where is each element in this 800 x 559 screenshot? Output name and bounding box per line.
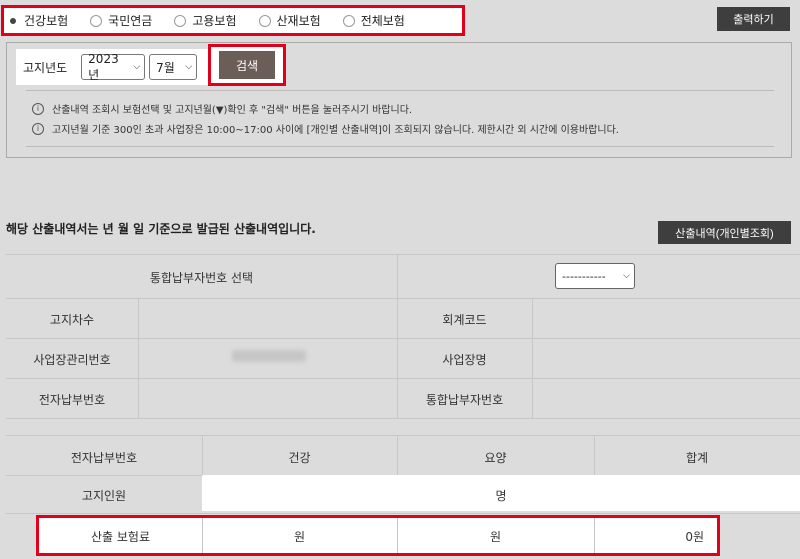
premium-label: 산출 보험료: [90, 530, 150, 544]
radio-label: 전체보험: [360, 14, 405, 28]
insurance-type-radio-group: 건강보험 국민연금 고용보험 산재보험 전체보험: [1, 5, 465, 36]
radio-employment[interactable]: 고용보험: [174, 12, 237, 29]
radio-label: 고용보험: [192, 14, 237, 28]
notice-line: i 고지년월 기준 300인 초과 사업장은 10:00~17:00 사이에 […: [32, 121, 619, 136]
table-line: [6, 338, 800, 339]
col-header-care: 요양: [484, 451, 507, 465]
page-title: 해당 산출내역서는 년 월 일 기준으로 발급된 산출내역입니다.: [6, 222, 316, 236]
table-line: [6, 513, 800, 514]
radio-unchecked-icon: [90, 14, 103, 27]
notified-count-label: 고지인원: [81, 489, 127, 503]
select-value: -----------: [562, 269, 606, 283]
radio-all[interactable]: 전체보험: [342, 12, 405, 29]
table-vline: [397, 254, 398, 298]
year-select-value: 2023년: [88, 51, 119, 82]
individual-detail-button[interactable]: 산출내역(개인별조회): [658, 221, 791, 244]
radio-unchecked-icon: [258, 14, 271, 27]
radio-pension[interactable]: 국민연금: [90, 12, 152, 29]
chevron-down-icon: ⌵: [133, 62, 141, 72]
redacted-workplace-no: [232, 350, 306, 362]
table-line: [6, 418, 800, 419]
radio-unchecked-icon: [342, 14, 355, 27]
radio-industrial[interactable]: 산재보험: [258, 12, 321, 29]
search-button-highlight: 검색: [208, 44, 286, 86]
workplace-no-label: 사업장관리번호: [33, 353, 111, 367]
search-button[interactable]: 검색: [219, 51, 275, 79]
table-vline: [138, 298, 139, 418]
e-payment-no-label: 전자납부번호: [38, 393, 106, 407]
premium-care-value: 원: [489, 530, 502, 544]
integrated-payer-select[interactable]: ----------- ⌵: [555, 263, 635, 289]
notice-year-label: 고지년도: [23, 60, 68, 75]
month-select[interactable]: 7월 ⌵: [149, 54, 198, 80]
integrated-payer-select-label: 통합납부자번호 선택: [149, 271, 254, 285]
notice-line: i 산출내역 조회시 보험선택 및 고지년월(▼)확인 후 "검색" 버튼을 눌…: [32, 101, 412, 116]
notice-text: 고지년월 기준 300인 초과 사업장은 10:00~17:00 사이에 [개인…: [52, 125, 619, 136]
premium-health-value: 원: [293, 530, 306, 544]
col-header-total: 합계: [685, 451, 709, 465]
radio-label: 국민연금: [108, 14, 153, 28]
notice-round-label: 고지차수: [49, 313, 95, 327]
radio-checked-icon: [10, 15, 18, 27]
search-row: 고지년도 2023년 ⌵ 7월 ⌵: [16, 49, 208, 85]
radio-unchecked-icon: [174, 14, 187, 27]
divider: [26, 90, 774, 91]
print-button[interactable]: 출력하기: [717, 7, 790, 31]
table-vline: [532, 298, 533, 418]
radio-label: 산재보험: [276, 14, 321, 28]
col-header-e-payment: 전자납부번호: [70, 451, 138, 465]
year-select[interactable]: 2023년 ⌵: [81, 51, 146, 82]
table-line: [6, 435, 800, 436]
notice-text: 산출내역 조회시 보험선택 및 고지년월(▼)확인 후 "검색" 버튼을 눌러주…: [52, 105, 413, 116]
chevron-down-icon: ⌵: [623, 271, 630, 281]
table-line: [6, 254, 800, 255]
notified-count-value: 명: [495, 489, 507, 503]
month-select-value: 7월: [156, 60, 175, 75]
account-code-label: 회계코드: [442, 313, 487, 327]
integrated-payer-no-label: 통합납부자번호: [425, 393, 504, 407]
divider: [26, 146, 774, 147]
info-icon: i: [32, 122, 44, 135]
table-line: [6, 378, 800, 379]
chevron-down-icon: ⌵: [185, 62, 193, 72]
premium-total-value: 0원: [685, 530, 704, 544]
radio-health[interactable]: 건강보험: [10, 12, 68, 29]
table-line: [6, 298, 800, 299]
info-icon: i: [32, 102, 44, 115]
workplace-name-label: 사업장명: [442, 353, 487, 367]
col-header-health: 건강: [288, 451, 311, 465]
radio-label: 건강보험: [24, 14, 69, 28]
